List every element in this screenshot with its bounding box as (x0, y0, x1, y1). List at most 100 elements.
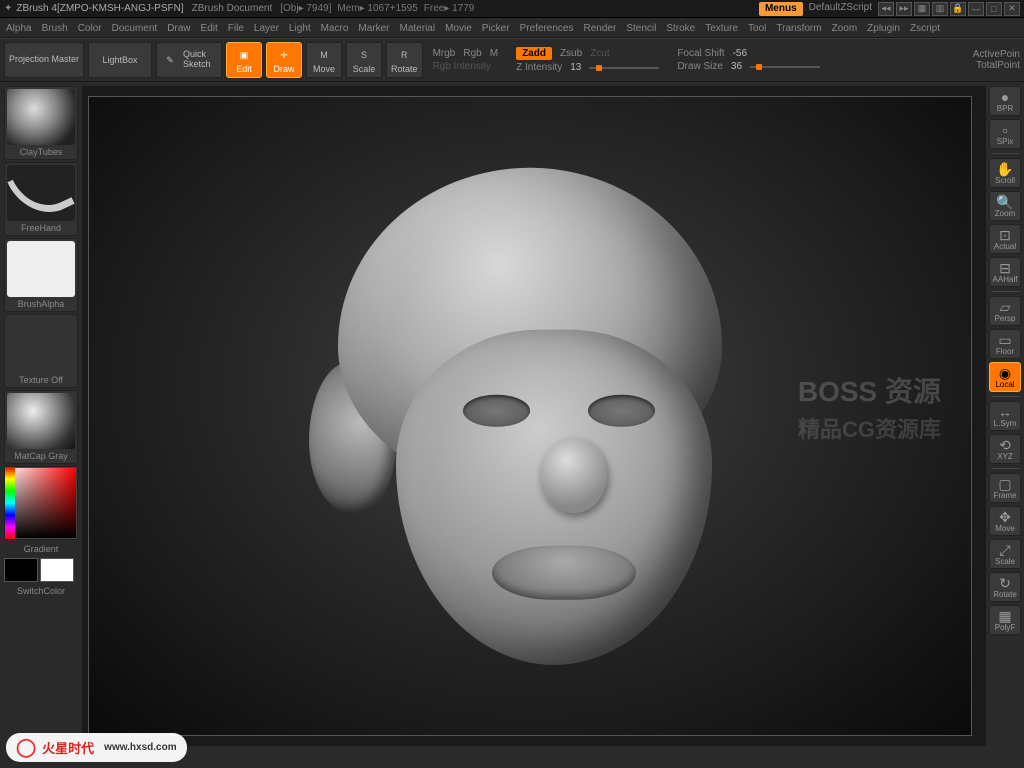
lsym-label: L.Sym (994, 419, 1017, 428)
zadd-button[interactable]: Zadd (516, 47, 552, 60)
scale-icon: S (355, 46, 373, 64)
layout2-icon[interactable]: ▥ (932, 2, 948, 16)
menu-stroke[interactable]: Stroke (666, 22, 695, 35)
right-polyf-button[interactable]: ▦PolyF (989, 605, 1021, 635)
alpha-selector[interactable]: BrushAlpha (4, 238, 78, 312)
menu-transform[interactable]: Transform (776, 22, 821, 35)
rgb-button[interactable]: Rgb (463, 48, 481, 59)
menu-picker[interactable]: Picker (482, 22, 510, 35)
texture-selector[interactable]: Texture Off (4, 314, 78, 388)
m-button[interactable]: M (490, 48, 498, 59)
total-points-label: TotalPoint (973, 60, 1020, 71)
minimize-icon[interactable]: — (968, 2, 984, 16)
lightbox-button[interactable]: LightBox (88, 42, 152, 78)
menu-texture[interactable]: Texture (705, 22, 738, 35)
material-selector[interactable]: MatCap Gray (4, 390, 78, 464)
layout1-icon[interactable]: ▦ (914, 2, 930, 16)
zcut-button[interactable]: Zcut (590, 48, 609, 59)
scroll-icon: ✋ (996, 162, 1013, 176)
menu-marker[interactable]: Marker (358, 22, 389, 35)
stroke-label: FreeHand (21, 221, 61, 233)
right-local-button[interactable]: ◉Local (989, 362, 1021, 392)
rotate-icon: R (395, 46, 413, 64)
color-picker[interactable] (4, 466, 78, 540)
aahalf-label: AAHalf (993, 275, 1018, 284)
draw-size-label: Draw Size (677, 61, 723, 72)
menu-edit[interactable]: Edit (201, 22, 218, 35)
menu-tool[interactable]: Tool (748, 22, 766, 35)
move-label: Move (995, 524, 1015, 533)
lock-icon[interactable]: 🔒 (950, 2, 966, 16)
menu-light[interactable]: Light (289, 22, 311, 35)
menu-file[interactable]: File (228, 22, 244, 35)
right-scroll-button[interactable]: ✋Scroll (989, 158, 1021, 188)
menu-draw[interactable]: Draw (167, 22, 190, 35)
menu-brush[interactable]: Brush (42, 22, 68, 35)
draw-button[interactable]: ✛Draw (266, 42, 302, 78)
switch-color-button[interactable]: SwitchColor (4, 584, 78, 596)
local-icon: ◉ (999, 366, 1011, 380)
brush-selector[interactable]: ClayTubes (4, 86, 78, 160)
actual-icon: ⊡ (999, 228, 1011, 242)
scale-button[interactable]: SScale (346, 42, 382, 78)
gradient-label[interactable]: Gradient (4, 542, 78, 554)
quick-sketch-button[interactable]: ✎ Quick Sketch (156, 42, 222, 78)
maximize-icon[interactable]: □ (986, 2, 1002, 16)
z-intensity-value[interactable]: 13 (570, 62, 581, 73)
focal-shift-value[interactable]: -56 (733, 48, 747, 59)
menu-stencil[interactable]: Stencil (626, 22, 656, 35)
right-aahalf-button[interactable]: ⊟AAHalf (989, 257, 1021, 287)
menu-render[interactable]: Render (584, 22, 617, 35)
right-persp-button[interactable]: ▱Persp (989, 296, 1021, 326)
menu-macro[interactable]: Macro (321, 22, 349, 35)
right-scale-button[interactable]: ⤢Scale (989, 539, 1021, 569)
right-xyz-button[interactable]: ⟲XYZ (989, 434, 1021, 464)
z-intensity-slider[interactable] (589, 67, 659, 69)
menu-zscript[interactable]: Zscript (910, 22, 940, 35)
menu-zoom[interactable]: Zoom (832, 22, 858, 35)
local-label: Local (995, 380, 1014, 389)
right-frame-button[interactable]: ▢Frame (989, 473, 1021, 503)
left-shelf: ClayTubes FreeHand BrushAlpha Texture Of… (0, 82, 82, 750)
swatch-white[interactable] (40, 558, 74, 582)
menu-preferences[interactable]: Preferences (520, 22, 574, 35)
menu-material[interactable]: Material (400, 22, 436, 35)
menus-button[interactable]: Menus (759, 2, 803, 16)
bpr-label: BPR (997, 104, 1013, 113)
actual-label: Actual (994, 242, 1016, 251)
menu-color[interactable]: Color (78, 22, 102, 35)
rotate-button[interactable]: RRotate (386, 42, 423, 78)
right-bpr-button[interactable]: ●BPR (989, 86, 1021, 116)
menu-document[interactable]: Document (112, 22, 158, 35)
menu-alpha[interactable]: Alpha (6, 22, 32, 35)
viewport[interactable]: BOSS 资源 精品CG资源库 (82, 86, 986, 746)
stroke-selector[interactable]: FreeHand (4, 162, 78, 236)
right-lsym-button[interactable]: ↔L.Sym (989, 401, 1021, 431)
right-move-button[interactable]: ✥Move (989, 506, 1021, 536)
close-icon[interactable]: ✕ (1004, 2, 1020, 16)
zsub-button[interactable]: Zsub (560, 48, 582, 59)
right-floor-button[interactable]: ▭Floor (989, 329, 1021, 359)
swatch-black[interactable] (4, 558, 38, 582)
right-zoom-button[interactable]: 🔍Zoom (989, 191, 1021, 221)
focal-shift-label: Focal Shift (677, 48, 724, 59)
prev-icon[interactable]: ◂◂ (878, 2, 894, 16)
next-icon[interactable]: ▸▸ (896, 2, 912, 16)
edit-button[interactable]: ▣Edit (226, 42, 262, 78)
right-spix-button[interactable]: ▫SPix (989, 119, 1021, 149)
menu-zplugin[interactable]: Zplugin (867, 22, 900, 35)
default-zscript[interactable]: DefaultZScript (805, 2, 876, 16)
move-button[interactable]: MMove (306, 42, 342, 78)
right-actual-button[interactable]: ⊡Actual (989, 224, 1021, 254)
draw-size-value[interactable]: 36 (731, 61, 742, 72)
menu-movie[interactable]: Movie (445, 22, 472, 35)
draw-size-slider[interactable] (750, 66, 820, 68)
mrgb-button[interactable]: Mrgb (433, 48, 456, 59)
right-rotate-button[interactable]: ↻Rotate (989, 572, 1021, 602)
material-label: MatCap Gray (14, 449, 68, 461)
menu-layer[interactable]: Layer (254, 22, 279, 35)
sculpt-head (290, 157, 770, 697)
site-watermark-url: www.hxsd.com (104, 742, 176, 753)
projection-master-button[interactable]: Projection Master (4, 42, 84, 78)
menu-bar: Alpha Brush Color Document Draw Edit File Layer… (0, 18, 1024, 38)
